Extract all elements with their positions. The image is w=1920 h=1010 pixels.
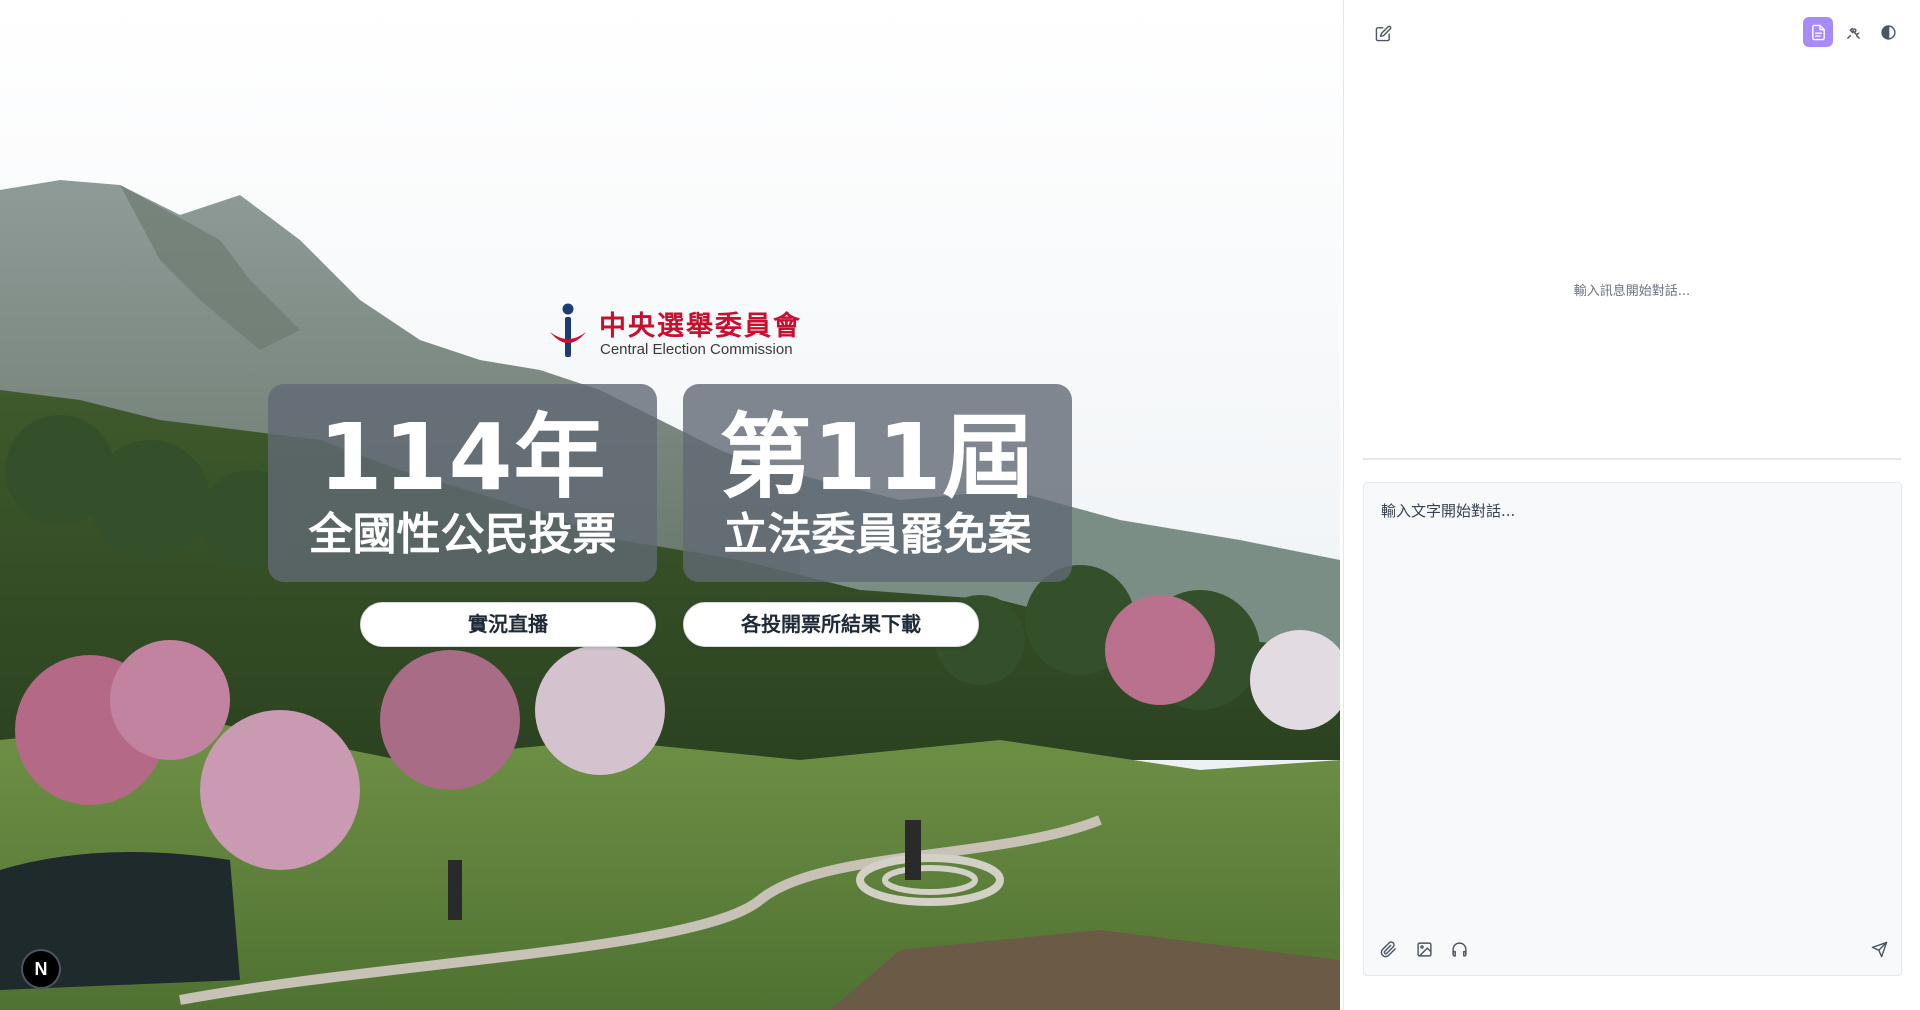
hero-section: 中央選舉委員會 Central Election Commission 114年…	[0, 0, 1340, 1010]
panel-divider	[1363, 458, 1901, 460]
headphones-icon	[1451, 941, 1467, 957]
edit-icon	[1375, 25, 1391, 41]
contrast-icon	[1880, 24, 1896, 40]
send-button[interactable]	[1866, 936, 1892, 962]
paperclip-icon	[1380, 940, 1396, 957]
message-composer[interactable]: 輸入文字開始對話...	[1363, 482, 1902, 976]
landscape-background-image	[0, 0, 1340, 1010]
nextjs-badge[interactable]: N	[21, 949, 61, 989]
referendum-card[interactable]: 114年 全國性公民投票	[268, 384, 657, 582]
recall-title: 立法委員罷免案	[723, 509, 1032, 560]
message-input[interactable]: 輸入文字開始對話...	[1381, 500, 1515, 521]
image-icon	[1416, 941, 1432, 957]
attach-file-button[interactable]	[1375, 936, 1401, 962]
send-icon	[1871, 941, 1887, 957]
plugins-button[interactable]	[1838, 17, 1868, 47]
empty-conversation-message: 輸入訊息開始對話...	[1573, 284, 1691, 299]
cec-emblem-icon	[550, 303, 586, 357]
document-mode-button[interactable]	[1803, 17, 1833, 47]
attach-image-button[interactable]	[1411, 936, 1437, 962]
voice-input-button[interactable]	[1446, 936, 1472, 962]
new-chat-button[interactable]	[1368, 18, 1398, 48]
cec-logo: 中央選舉委員會 Central Election Commission	[546, 302, 800, 362]
chat-panel: 輸入訊息開始對話... 輸入文字開始對話...	[1343, 0, 1920, 1010]
download-results-button[interactable]: 各投開票所結果下載	[683, 602, 979, 647]
recall-card[interactable]: 第11屆 立法委員罷免案	[683, 384, 1072, 582]
live-stream-button[interactable]: 實況直播	[360, 602, 656, 647]
logo-english-name: Central Election Commission	[600, 341, 793, 358]
puzzle-icon	[1846, 27, 1860, 39]
logo-chinese-name: 中央選舉委員會	[599, 311, 802, 342]
recall-term: 第11屆	[719, 404, 1036, 511]
theme-toggle-button[interactable]	[1873, 17, 1903, 47]
document-icon	[1811, 24, 1825, 40]
referendum-title: 全國性公民投票	[308, 509, 617, 560]
referendum-year: 114年	[318, 404, 607, 511]
